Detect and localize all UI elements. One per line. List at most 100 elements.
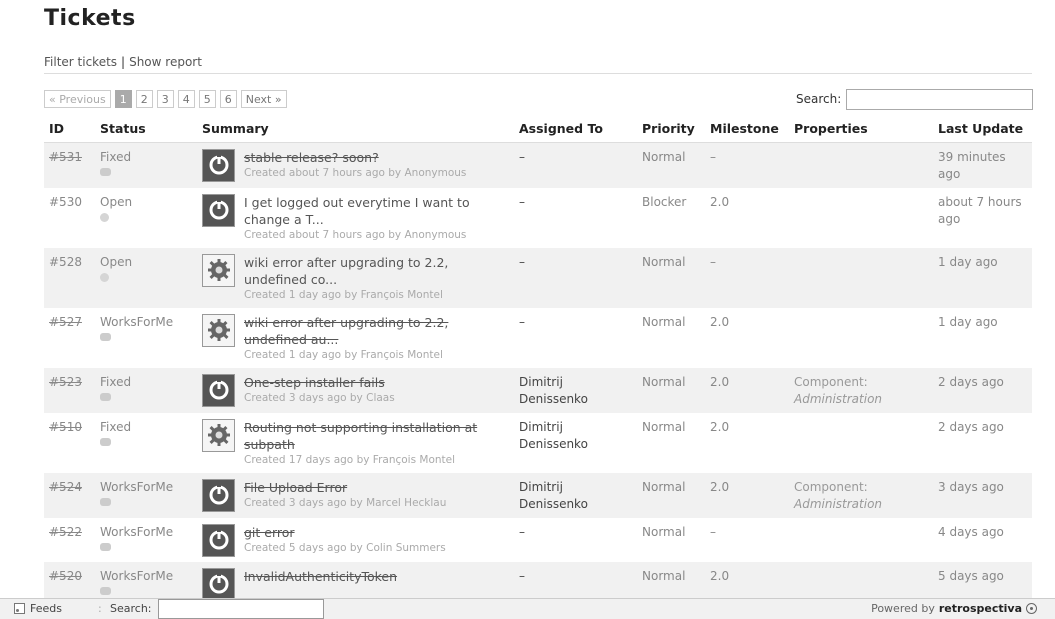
- ticket-id-cell: #522: [44, 517, 95, 562]
- ticket-status: WorksForMe: [100, 568, 174, 583]
- ticket-id-cell: #530: [44, 187, 95, 248]
- ticket-id[interactable]: #522: [49, 525, 82, 539]
- footer-separator: :: [98, 602, 102, 615]
- ticket-summary-link[interactable]: I get logged out everytime I want to cha…: [244, 194, 509, 228]
- tickets-table: ID Status Summary Assigned To Priority M…: [44, 115, 1032, 606]
- ticket-properties-cell: [789, 307, 933, 368]
- ticket-status-cell: Fixed: [95, 412, 197, 473]
- ticket-status-cell: Open: [95, 247, 197, 308]
- table-row[interactable]: #530 Open I get logged out everytime I wan…: [44, 187, 1032, 248]
- ticket-assigned-to: –: [519, 194, 525, 209]
- ticket-created-meta: Created 17 days ago by François Montel: [244, 453, 456, 466]
- ticket-summary-link[interactable]: One-step installer fails: [244, 374, 509, 391]
- ticket-id[interactable]: #524: [49, 480, 82, 494]
- ticket-summary-link[interactable]: wiki error after upgrading to 2.2, undef…: [244, 314, 509, 348]
- ticket-status-cell: Fixed: [95, 142, 197, 188]
- table-row[interactable]: #531 Fixed stable release? soon? Created ab…: [44, 142, 1032, 188]
- page-2-button[interactable]: 2: [135, 90, 153, 108]
- ticket-milestone: 2.0: [705, 307, 789, 368]
- column-header-status[interactable]: Status: [95, 115, 197, 143]
- ticket-id[interactable]: #530: [49, 195, 82, 209]
- page-6-button[interactable]: 6: [219, 90, 237, 108]
- closed-status-icon: [100, 167, 111, 176]
- ticket-priority: Normal: [637, 307, 705, 368]
- ticket-properties-cell: [789, 412, 933, 473]
- powered-by-label: Powered by: [871, 602, 935, 615]
- table-row[interactable]: #523 Fixed One-step installer fails Created…: [44, 367, 1032, 413]
- ticket-id-cell: #510: [44, 412, 95, 473]
- filter-tickets-link[interactable]: Filter tickets: [44, 55, 117, 69]
- ticket-created-meta: Created 5 days ago by Colin Summers: [244, 541, 446, 554]
- column-header-last-update[interactable]: Last Update: [933, 115, 1032, 143]
- ticket-assigned-to: –: [519, 568, 525, 583]
- ticket-property-label: Component:: [794, 374, 868, 389]
- show-report-link[interactable]: Show report: [129, 55, 202, 69]
- ticket-status: Open: [100, 194, 133, 209]
- search-input[interactable]: [846, 89, 1033, 110]
- ticket-summary-link[interactable]: git error: [244, 524, 509, 541]
- column-header-priority[interactable]: Priority: [637, 115, 705, 143]
- table-row[interactable]: #524 WorksForMe File Upload Error Created 3…: [44, 472, 1032, 518]
- page-1-button[interactable]: 1: [114, 90, 132, 108]
- ticket-created-meta: Created 3 days ago by Marcel Hecklau: [244, 496, 447, 509]
- brand-name[interactable]: retrospectiva: [939, 602, 1022, 615]
- open-status-icon: [100, 272, 109, 282]
- ticket-assigned-cell: Dimitrij Denissenko: [514, 367, 637, 413]
- ticket-last-update: 4 days ago: [933, 517, 1032, 562]
- next-page-button[interactable]: Next »: [240, 90, 287, 108]
- closed-status-icon: [100, 437, 111, 446]
- table-row[interactable]: #522 WorksForMe git error Created 5 days ag…: [44, 517, 1032, 562]
- page-title: Tickets: [44, 6, 136, 31]
- ticket-summary-cell: git error Created 5 days ago by Colin Sum…: [197, 517, 514, 562]
- ticket-property-value: Administration: [794, 391, 883, 406]
- column-header-assigned[interactable]: Assigned To: [514, 115, 637, 143]
- ticket-status-cell: WorksForMe: [95, 307, 197, 368]
- column-header-milestone[interactable]: Milestone: [705, 115, 789, 143]
- ticket-priority: Normal: [637, 517, 705, 562]
- ticket-summary-cell: File Upload Error Created 3 days ago by M…: [197, 472, 514, 518]
- ticket-assigned-to: Dimitrij Denissenko: [519, 419, 588, 451]
- ticket-status: Fixed: [100, 374, 132, 389]
- ticket-properties-cell: [789, 247, 933, 308]
- table-row[interactable]: #528 Open wiki error after upgrading to 2.…: [44, 247, 1032, 308]
- page-3-button[interactable]: 3: [156, 90, 174, 108]
- footer-search-label: Search:: [110, 602, 152, 615]
- ticket-summary-link[interactable]: File Upload Error: [244, 479, 509, 496]
- ticket-id[interactable]: #523: [49, 375, 82, 389]
- ticket-status-cell: WorksForMe: [95, 517, 197, 562]
- closed-status-icon: [100, 392, 111, 401]
- column-header-id[interactable]: ID: [44, 115, 95, 143]
- footer-search-input[interactable]: [158, 599, 324, 619]
- ticket-properties-cell: Component: Administration: [789, 367, 933, 413]
- page-5-button[interactable]: 5: [198, 90, 216, 108]
- ticket-summary-cell: stable release? soon? Created about 7 hou…: [197, 142, 514, 188]
- feeds-link[interactable]: Feeds: [14, 602, 62, 615]
- ticket-priority: Normal: [637, 472, 705, 518]
- ticket-id[interactable]: #520: [49, 569, 82, 583]
- ticket-id[interactable]: #527: [49, 315, 82, 329]
- ticket-last-update: 39 minutes ago: [933, 142, 1032, 188]
- ticket-id[interactable]: #531: [49, 150, 82, 164]
- ticket-last-update: 1 day ago: [933, 307, 1032, 368]
- column-header-summary[interactable]: Summary: [197, 115, 514, 143]
- previous-page-button[interactable]: « Previous: [44, 90, 111, 108]
- ticket-summary-link[interactable]: wiki error after upgrading to 2.2, undef…: [244, 254, 509, 288]
- closed-status-icon: [100, 586, 111, 595]
- ticket-assigned-to: –: [519, 314, 525, 329]
- ticket-summary-link[interactable]: Routing not supporting installation at s…: [244, 419, 509, 453]
- ticket-properties-cell: [789, 517, 933, 562]
- gear-icon: [202, 313, 235, 347]
- subnav: Filter tickets | Show report: [44, 55, 202, 69]
- power-icon: [202, 148, 235, 182]
- ticket-summary-link[interactable]: InvalidAuthenticityToken: [244, 568, 509, 585]
- table-row[interactable]: #527 WorksForMe wiki error after upgrading…: [44, 307, 1032, 368]
- column-header-properties: Properties: [789, 115, 933, 143]
- ticket-summary-link[interactable]: stable release? soon?: [244, 149, 509, 166]
- page-4-button[interactable]: 4: [177, 90, 195, 108]
- ticket-created-meta: Created 1 day ago by François Montel: [244, 348, 443, 361]
- ticket-id[interactable]: #528: [49, 255, 82, 269]
- ticket-summary-cell: I get logged out everytime I want to cha…: [197, 187, 514, 248]
- table-row[interactable]: #510 Fixed Routing not supporting installa…: [44, 412, 1032, 473]
- ticket-id[interactable]: #510: [49, 420, 82, 434]
- ticket-assigned-cell: –: [514, 142, 637, 188]
